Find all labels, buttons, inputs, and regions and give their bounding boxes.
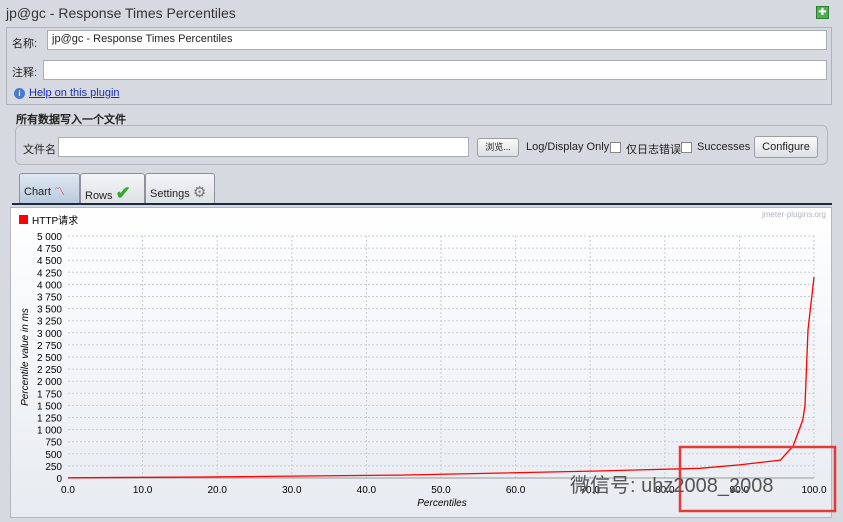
y-tick-label: 2 750 xyxy=(37,341,62,352)
x-tick-label: 10.0 xyxy=(133,485,153,496)
y-tick-label: 3 250 xyxy=(37,317,62,328)
x-tick-label: 60.0 xyxy=(506,485,526,496)
y-tick-label: 4 000 xyxy=(37,280,62,291)
y-tick-label: 4 250 xyxy=(37,268,62,279)
x-tick-label: 40.0 xyxy=(357,485,377,496)
x-tick-label: 0.0 xyxy=(61,485,75,496)
x-tick-label: 100.0 xyxy=(801,485,826,496)
y-tick-label: 4 500 xyxy=(37,256,62,267)
legend-swatch xyxy=(19,215,28,224)
x-tick-label: 30.0 xyxy=(282,485,302,496)
y-tick-label: 3 500 xyxy=(37,305,62,316)
legend-label: HTTP请求 xyxy=(32,214,78,227)
y-tick-label: 2 250 xyxy=(37,365,62,376)
y-tick-label: 1 500 xyxy=(37,401,62,412)
y-tick-label: 500 xyxy=(45,450,62,461)
y-tick-label: 3 000 xyxy=(37,329,62,340)
y-tick-label: 250 xyxy=(45,462,62,473)
y-tick-label: 0 xyxy=(56,474,62,485)
y-tick-label: 2 500 xyxy=(37,353,62,364)
percentiles-chart: HTTP请求 jmeter-plugins.org 02505007501 00… xyxy=(19,210,837,513)
x-tick-label: 20.0 xyxy=(207,485,227,496)
y-tick-label: 2 000 xyxy=(37,377,62,388)
y-tick-label: 1 750 xyxy=(37,389,62,400)
x-axis-label: Percentiles xyxy=(417,498,466,509)
y-tick-label: 1 000 xyxy=(37,426,62,437)
y-tick-label: 4 750 xyxy=(37,244,62,255)
y-tick-label: 750 xyxy=(45,438,62,449)
y-tick-label: 1 250 xyxy=(37,414,62,425)
y-tick-label: 5 000 xyxy=(37,232,62,243)
y-tick-label: 3 750 xyxy=(37,293,62,304)
y-axis-label: Percentile value in ms xyxy=(20,308,31,406)
wechat-overlay: 微信号: uhz2008_2008 xyxy=(570,474,773,497)
watermark: jmeter-plugins.org xyxy=(761,210,826,219)
x-tick-label: 50.0 xyxy=(431,485,451,496)
